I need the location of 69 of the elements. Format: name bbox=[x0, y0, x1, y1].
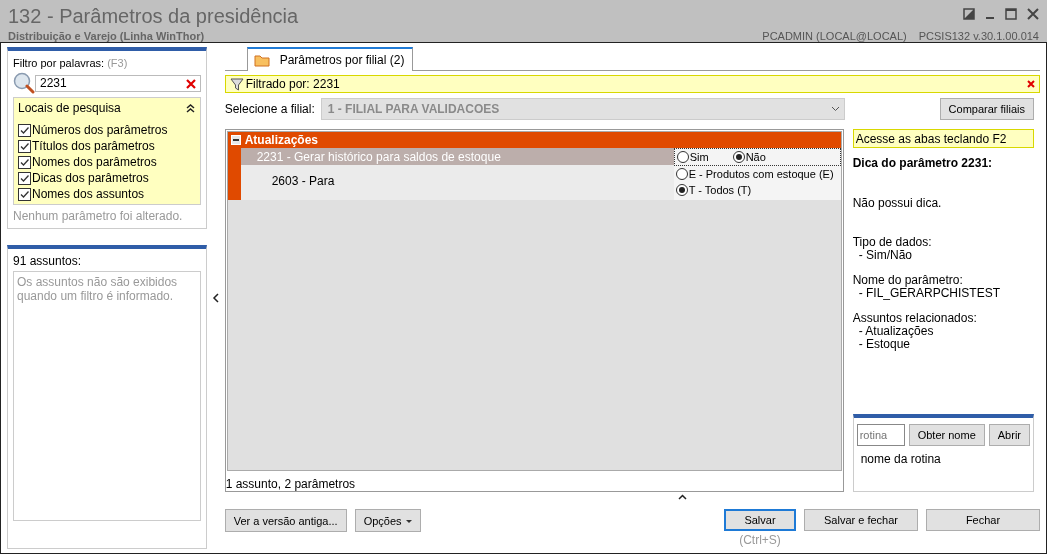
routine-field[interactable]: rotina bbox=[856, 424, 905, 447]
checkbox[interactable] bbox=[18, 171, 31, 185]
window-subtitle: Distribuição e Varejo (Linha WinThor) bbox=[8, 30, 206, 42]
collapse-up-icon[interactable] bbox=[677, 493, 687, 500]
checkbox-label: Títulos dos parâmetros bbox=[32, 139, 155, 153]
footer-button[interactable]: Opções bbox=[354, 509, 421, 533]
radio-button[interactable] bbox=[676, 151, 689, 164]
footer-button[interactable]: Salvar e fechar bbox=[804, 509, 918, 532]
footer-button[interactable]: Fechar bbox=[926, 509, 1040, 532]
radio-button[interactable] bbox=[675, 184, 688, 197]
folder-icon bbox=[253, 53, 270, 67]
checkbox-label: Dicas dos parâmetros bbox=[32, 171, 149, 185]
checkbox[interactable] bbox=[18, 155, 31, 169]
radio-label[interactable]: E - Produtos com estoque (E) bbox=[688, 168, 834, 181]
radio-button[interactable] bbox=[732, 151, 745, 164]
tip-title: Dica do parâmetro 2231: bbox=[852, 156, 994, 171]
search-field[interactable]: 2231 bbox=[35, 74, 202, 92]
tip-item: - Estoque bbox=[857, 338, 911, 352]
branch-label: Selecione a filial: bbox=[224, 102, 315, 117]
parameter-label[interactable]: 2603 - Para bbox=[240, 166, 674, 201]
filter-label: Filtro por palavras: bbox=[13, 57, 106, 69]
routine-caption: nome da rotina bbox=[859, 452, 942, 467]
tip-heading: Nome do parâmetro: bbox=[852, 274, 964, 288]
filter-text: Filtrado por: 2231 bbox=[245, 77, 340, 92]
routine-button[interactable]: Obter nome bbox=[908, 424, 985, 447]
clear-icon[interactable] bbox=[186, 78, 197, 89]
subjects-note: Os assuntos não são exibidos quando um filtro é informado. bbox=[13, 271, 202, 521]
tip-item: - Sim/Não bbox=[858, 249, 913, 263]
tab[interactable]: Parâmetros por filial (2) bbox=[246, 47, 414, 71]
version-label: PCSIS132 v.30.1.00.014 bbox=[918, 30, 1039, 42]
radio-button[interactable] bbox=[675, 168, 688, 181]
checkbox[interactable] bbox=[18, 187, 31, 201]
caret-icon bbox=[405, 520, 412, 524]
tip-heading: Assuntos relacionados: bbox=[852, 312, 978, 326]
radio-label[interactable]: Não bbox=[745, 151, 766, 164]
search-icon bbox=[13, 72, 35, 94]
checkbox[interactable] bbox=[18, 139, 31, 153]
collapse-left-icon[interactable] bbox=[211, 293, 220, 303]
subjects-count: 91 assuntos: bbox=[13, 254, 83, 268]
status-note: Nenhum parâmetro foi alterado. bbox=[13, 209, 184, 223]
tip-item: - Atualizações bbox=[857, 325, 935, 339]
tip-text: Não possui dica. bbox=[852, 196, 943, 211]
shortcut-tip: Acesse as abas teclando F2 bbox=[852, 129, 1034, 149]
compare-button[interactable]: Comparar filiais bbox=[939, 98, 1034, 121]
footer-button[interactable]: Ver a versão antiga... bbox=[224, 509, 347, 533]
routine-button[interactable]: Abrir bbox=[988, 424, 1030, 447]
radio-label[interactable]: T - Todos (T) bbox=[688, 184, 752, 197]
checkbox-label: Números dos parâmetros bbox=[32, 123, 168, 137]
shortcut-hint: (Ctrl+S) bbox=[739, 533, 781, 548]
chevron-down-icon bbox=[830, 106, 840, 113]
grid-summary: 1 assunto, 2 parâmetros bbox=[225, 476, 357, 492]
user-label: PCADMIN (LOCAL@LOCAL) bbox=[762, 30, 907, 42]
maximize-icon[interactable] bbox=[1005, 8, 1017, 20]
close-icon[interactable] bbox=[1027, 8, 1039, 20]
collapse-icon[interactable] bbox=[186, 103, 196, 113]
checkbox-label: Nomes dos assuntos bbox=[32, 187, 145, 201]
group-header[interactable]: Atualizações bbox=[227, 132, 841, 149]
checkbox-label: Nomes dos parâmetros bbox=[32, 155, 157, 169]
theme-icon[interactable] bbox=[963, 8, 975, 20]
window-title: 132 - Parâmetros da presidência bbox=[8, 4, 299, 28]
radio-label[interactable]: Sim bbox=[689, 151, 709, 164]
section-title[interactable]: Locais de pesquisa bbox=[18, 101, 121, 115]
tip-heading: Tipo de dados: bbox=[852, 236, 933, 250]
clear-filter-icon[interactable] bbox=[1027, 80, 1035, 89]
shortcut-hint: (F3) bbox=[107, 57, 128, 69]
funnel-icon bbox=[229, 77, 244, 92]
tip-item: - FIL_GERARPCHISTEST bbox=[857, 287, 1002, 301]
footer-button[interactable]: Salvar bbox=[724, 509, 796, 532]
checkbox[interactable] bbox=[18, 123, 31, 137]
